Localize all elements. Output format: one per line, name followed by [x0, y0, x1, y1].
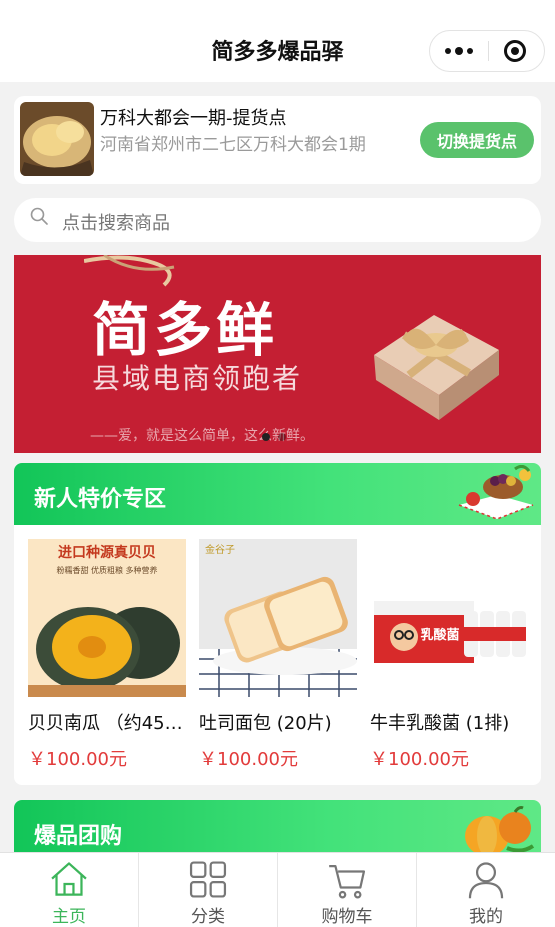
yogurt-box-text: 乳酸菌 — [420, 627, 459, 643]
tab-home[interactable]: 主页 — [0, 853, 139, 927]
product-name: 牛丰乳酸菌 (1排) — [370, 713, 510, 734]
gift-box-icon — [374, 315, 499, 420]
pumpkin-image-subcaption: 粉糯香甜 优质粗粮 多种营养 — [56, 565, 157, 575]
tab-label: 购物车 — [321, 907, 373, 927]
product-price: ￥100.00元 — [370, 749, 469, 770]
product-card[interactable]: 进口种源真贝贝 粉糯香甜 优质粗粮 多种营养 贝贝南瓜 （约45… ￥100.0… — [28, 539, 188, 771]
search-placeholder: 点击搜索商品 — [62, 213, 170, 234]
pumpkin-image-caption: 进口种源真贝贝 — [58, 544, 156, 561]
product-list: 进口种源真贝贝 粉糯香甜 优质粗粮 多种营养 贝贝南瓜 （约45… ￥100.0… — [14, 525, 541, 785]
bottom-tab-bar: 主页 分类 购物车 我的 — [0, 852, 555, 927]
tab-label: 我的 — [469, 907, 503, 927]
grid-icon — [189, 861, 227, 898]
tab-cart[interactable]: 购物车 — [278, 853, 417, 927]
product-price: ￥100.00元 — [199, 749, 298, 770]
pickup-point-card: 万科大都会一期-提货点 河南省郑州市二七区万科大都会1期 切换提货点 — [14, 96, 541, 184]
product-price: ￥100.00元 — [28, 749, 127, 770]
tab-mine[interactable]: 我的 — [417, 853, 555, 927]
product-image: 乳酸菌 — [370, 539, 530, 697]
promo-banner[interactable]: 简多鲜 县域电商领跑者 ——爱，就是这么简单，这么新鲜。 — [14, 255, 541, 453]
user-icon — [468, 862, 504, 899]
tab-label: 主页 — [52, 907, 86, 927]
section-header: 新人特价专区 — [14, 463, 541, 525]
pickup-thumbnail — [20, 102, 94, 176]
pickup-name: 万科大都会一期-提货点 — [100, 108, 287, 129]
more-dots-icon — [445, 48, 451, 54]
banner-dot[interactable] — [278, 433, 286, 441]
banner-subline: 县域电商领跑者 — [92, 362, 303, 395]
close-miniprogram-button[interactable] — [504, 40, 526, 62]
section-title: 新人特价专区 — [34, 487, 167, 512]
product-name: 吐司面包 (20片) — [199, 713, 332, 734]
toast-brand-text: 金谷子 — [205, 543, 235, 556]
banner-headline: 简多鲜 — [92, 296, 279, 364]
product-image: 金谷子 — [199, 539, 359, 697]
top-bar: 简多多爆品驿 — [0, 0, 555, 82]
durian-image-icon — [20, 102, 94, 176]
product-name: 贝贝南瓜 （约45… — [28, 713, 183, 734]
toast-bread-image-icon: 金谷子 — [199, 539, 357, 697]
product-card[interactable]: 乳酸菌 牛丰乳酸菌 (1排) ￥100.00元 — [370, 539, 530, 771]
search-icon — [30, 207, 48, 225]
tab-label: 分类 — [191, 907, 225, 927]
search-bar[interactable]: 点击搜索商品 — [14, 198, 541, 242]
pumpkin-image-icon: 进口种源真贝贝 粉糯香甜 优质粗粮 多种营养 — [28, 539, 186, 697]
yogurt-drink-image-icon: 乳酸菌 — [370, 539, 528, 697]
product-image: 进口种源真贝贝 粉糯香甜 优质粗粮 多种营养 — [28, 539, 188, 697]
more-menu-button[interactable] — [430, 31, 488, 71]
pickup-address: 河南省郑州市二七区万科大都会1期 — [100, 135, 366, 155]
section-title: 爆品团购 — [34, 824, 123, 849]
tab-category[interactable]: 分类 — [139, 853, 278, 927]
more-dots-icon — [455, 47, 463, 55]
miniprogram-capsule — [429, 30, 545, 72]
cart-icon — [329, 865, 366, 899]
capsule-divider — [488, 41, 489, 61]
banner-pagination — [262, 433, 286, 441]
banner-dot[interactable] — [262, 433, 270, 441]
switch-pickup-button[interactable]: 切换提货点 — [420, 122, 534, 158]
home-icon — [51, 862, 87, 896]
newcomer-deals-section: 新人特价专区 进口种源真贝贝 粉糯香甜 优质粗粮 多种营养 贝贝南瓜 （约45…… — [14, 463, 541, 785]
fruit-basket-icon — [458, 465, 534, 520]
product-card[interactable]: 金谷子 吐司面包 (20片) ￥100.00元 — [199, 539, 359, 771]
more-dots-icon — [467, 48, 473, 54]
